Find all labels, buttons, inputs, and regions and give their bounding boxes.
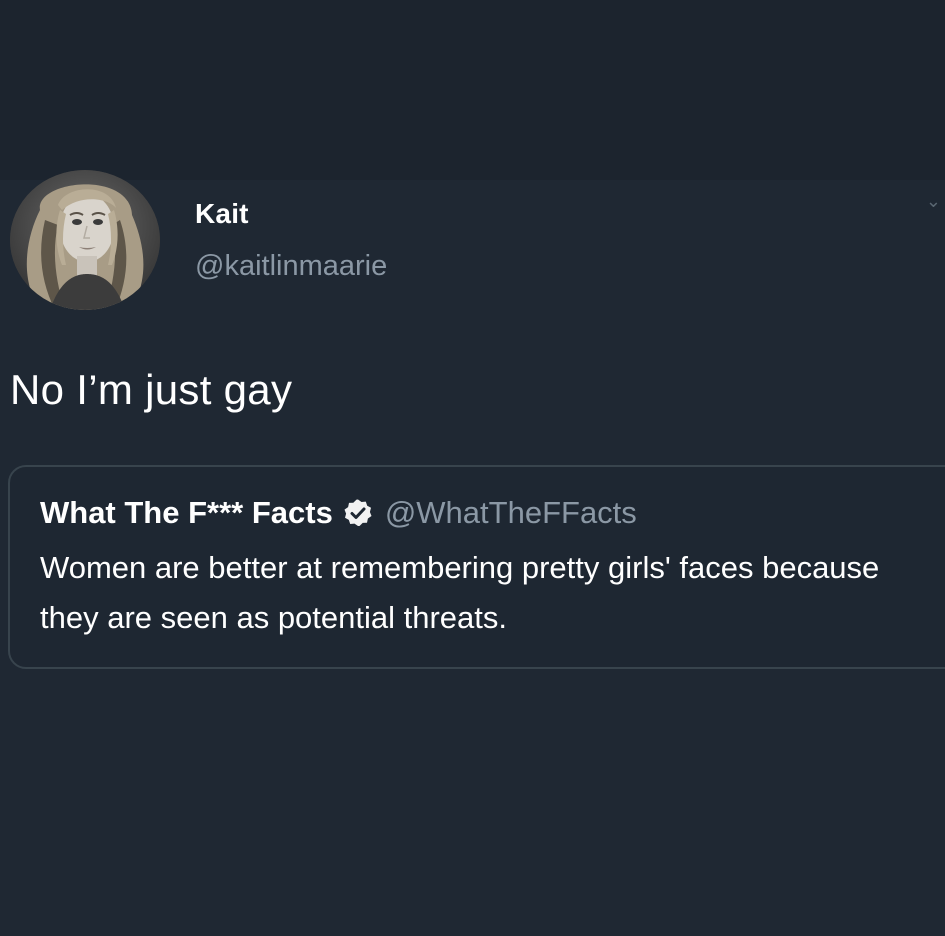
top-dark-band	[0, 0, 945, 180]
tweet-text: No I’m just gay	[10, 366, 293, 413]
quoted-tweet-handle: @WhatTheFFacts	[384, 495, 637, 530]
user-handle[interactable]: @kaitlinmaarie	[195, 250, 387, 283]
tweet-card[interactable]: ⌄ Kait @kaitlinmaarie No I’m just gay Wh…	[0, 170, 945, 936]
chevron-down-icon[interactable]: ⌄	[926, 192, 941, 210]
quoted-tweet-card[interactable]: What The F*** Facts @WhatTheFFacts Women…	[8, 465, 945, 669]
avatar-photo	[10, 170, 160, 310]
quoted-tweet-header: What The F*** Facts @WhatTheFFacts	[40, 495, 637, 531]
avatar[interactable]	[10, 170, 160, 310]
user-display-name[interactable]: Kait	[195, 198, 249, 230]
quoted-tweet-author-name: What The F*** Facts	[40, 495, 333, 530]
quoted-tweet-text: Women are better at remembering pretty g…	[40, 550, 880, 635]
verified-badge-icon	[343, 498, 373, 528]
